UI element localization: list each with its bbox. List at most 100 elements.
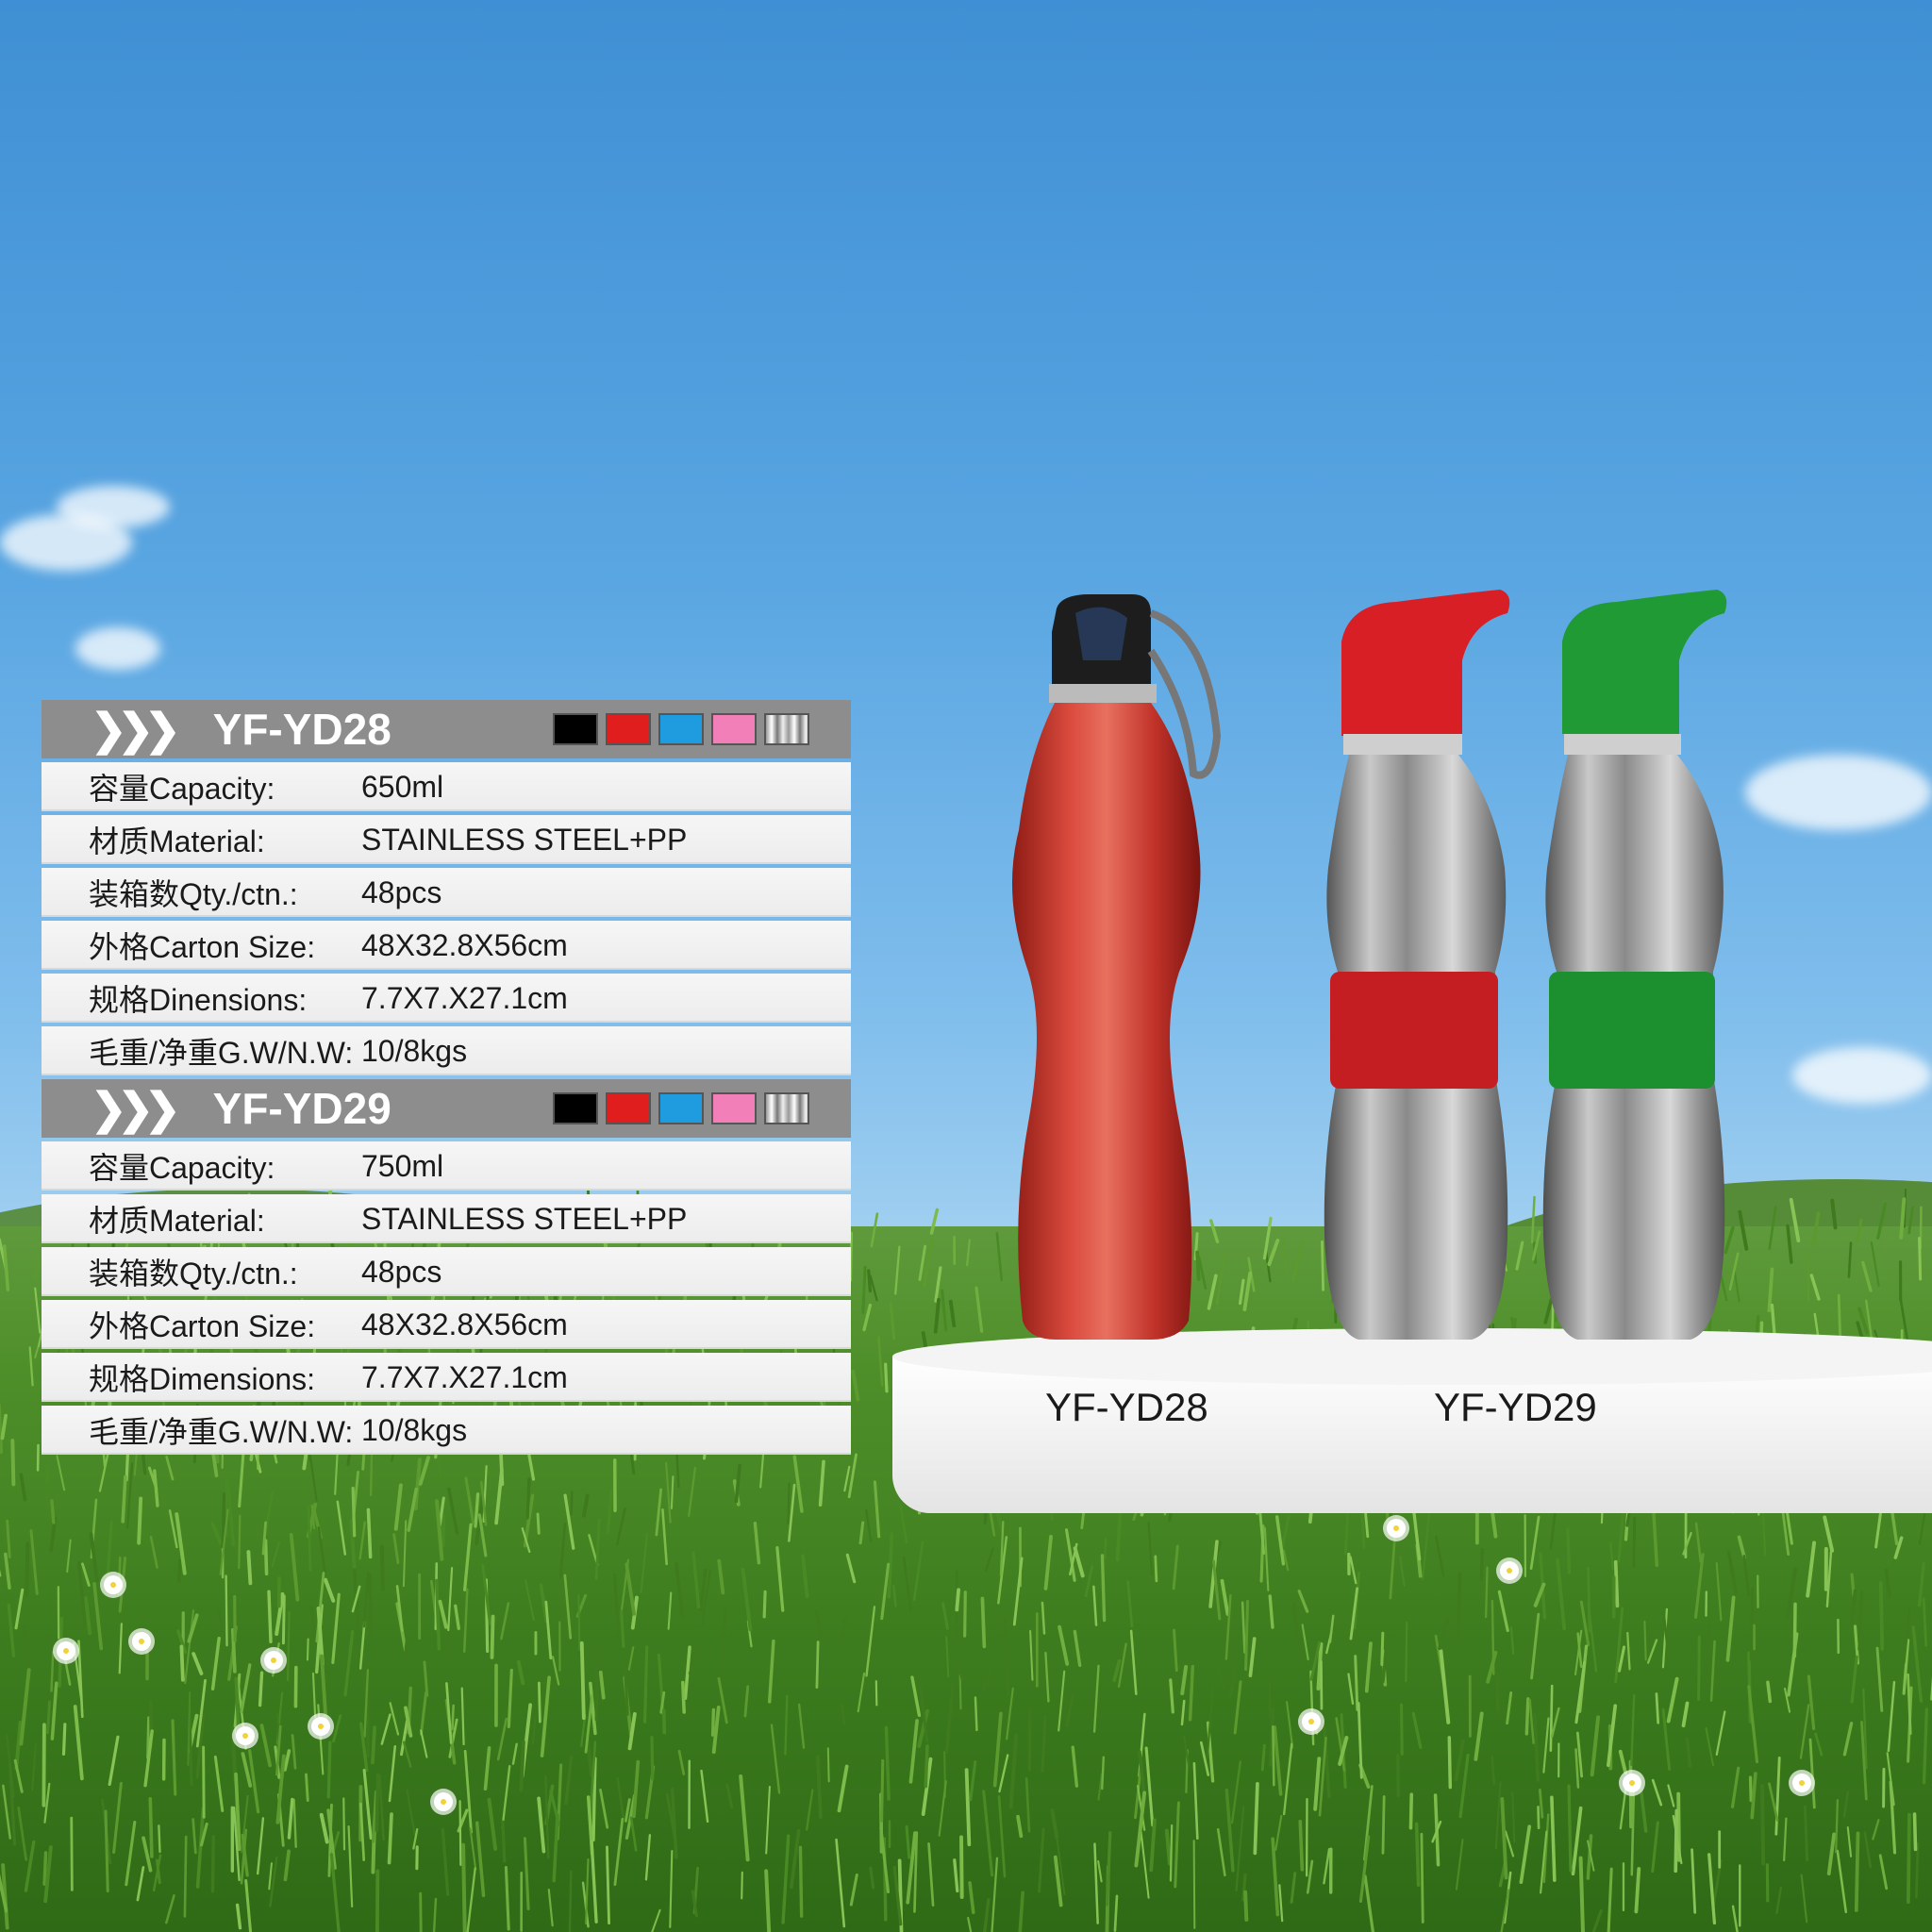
grass-blade: [870, 1212, 879, 1248]
grass-blade: [490, 1614, 495, 1659]
bottle-body-red: [1011, 703, 1201, 1340]
grass-blade: [1766, 1680, 1773, 1704]
grass-blade: [118, 1623, 123, 1674]
grass-blade: [192, 1652, 204, 1675]
grass-blade: [620, 1609, 625, 1648]
spec-label: 外格Carton Size:: [89, 1309, 316, 1343]
grass-blade: [1646, 1639, 1658, 1664]
grass-blade: [1875, 1646, 1884, 1712]
spec-value: STAINLESS STEEL+PP: [361, 1201, 688, 1236]
grass-blade: [1092, 1664, 1100, 1733]
grass-blade: [688, 1466, 697, 1518]
grass-blade: [1674, 1808, 1679, 1874]
model-title: YF-YD29: [212, 1084, 391, 1133]
grass-blade: [1899, 1197, 1907, 1240]
grass-blade: [63, 1657, 72, 1686]
grass-blade: [441, 1514, 446, 1547]
grass-blade: [797, 1703, 806, 1749]
grass-blade: [1180, 1699, 1186, 1726]
grass-blade: [184, 1609, 195, 1685]
grass-blade: [235, 1903, 242, 1930]
grass-blade: [826, 1747, 830, 1783]
grass-blade: [1105, 1831, 1112, 1907]
grass-blade: [598, 1670, 606, 1700]
grass-blade: [1126, 1580, 1134, 1628]
grass-blade: [1760, 1784, 1766, 1866]
grass-blade: [149, 1536, 158, 1569]
grass-blade: [594, 1518, 601, 1580]
grass-blade: [1651, 1507, 1659, 1567]
grass-blade: [50, 1650, 55, 1692]
grass-blade: [1044, 1652, 1050, 1703]
grass-blade: [1550, 1795, 1557, 1882]
grass-blade: [767, 1639, 775, 1704]
grass-blade: [1112, 1658, 1122, 1683]
grass-blade: [1639, 1786, 1648, 1833]
grass-blade: [880, 1758, 885, 1823]
grass-blade: [142, 1836, 153, 1873]
grass-blade: [1617, 1645, 1626, 1673]
grass-blade: [700, 1769, 709, 1824]
grass-blade: [1524, 1697, 1530, 1736]
grass-blade: [1347, 1673, 1355, 1706]
grass-blade: [4, 1552, 11, 1590]
grass-blade: [640, 1532, 649, 1593]
grass-blade: [1634, 1867, 1641, 1914]
grass-blade: [739, 1774, 750, 1862]
grass-blade: [393, 1483, 403, 1531]
grass-blade: [1768, 1782, 1779, 1822]
grass-blade: [1528, 1698, 1535, 1744]
spec-row-carton-size: 外格Carton Size: 48X32.8X56cm: [42, 1300, 851, 1349]
bottle-yf-yd29-red: [1324, 590, 1510, 1340]
grass-blade: [1233, 1680, 1242, 1735]
grass-blade: [1381, 1795, 1386, 1855]
grass-blade: [42, 1851, 48, 1886]
grass-blade: [1912, 1812, 1918, 1852]
spec-label: 规格Dinensions:: [89, 983, 308, 1017]
grass-blade: [1667, 1784, 1675, 1807]
grass-blade: [238, 1449, 245, 1508]
grass-blade: [1241, 1601, 1246, 1654]
silicone-sleeve-green: [1549, 972, 1715, 1089]
grass-blade: [1405, 1621, 1408, 1683]
grass-blade: [213, 1755, 225, 1812]
grass-blade: [1783, 1817, 1788, 1862]
grass-blade: [246, 1550, 253, 1586]
grass-blade: [644, 1834, 652, 1881]
grass-blade: [371, 1725, 377, 1765]
grass-blade: [924, 1744, 929, 1789]
grass-blade: [599, 1789, 609, 1829]
grass-blade: [1454, 1740, 1465, 1782]
grass-blade: [1006, 1687, 1014, 1740]
grass-blade: [1613, 1559, 1620, 1608]
grass-blade: [435, 1578, 441, 1651]
grass-blade: [244, 1878, 253, 1932]
grass-blade: [375, 1773, 380, 1833]
grass-blade: [741, 1871, 743, 1900]
grass-blade: [537, 1796, 546, 1854]
grass-blade: [908, 1719, 919, 1784]
grass-blade: [815, 1755, 823, 1819]
grass-blade: [1836, 1849, 1848, 1914]
grass-blade: [613, 1574, 621, 1642]
grass-blade: [544, 1774, 550, 1859]
grass-blade: [734, 1463, 741, 1504]
grass-blade: [1749, 1587, 1754, 1661]
grass-blade: [171, 1719, 177, 1796]
grass-blade: [798, 1845, 804, 1918]
grass-blade: [1715, 1561, 1723, 1622]
grass-blade: [1715, 1710, 1726, 1757]
grass-blade: [1268, 1594, 1274, 1629]
spec-label: 毛重/净重G.W/N.W:: [89, 1036, 354, 1070]
grass-blade: [717, 1676, 728, 1724]
grass-blade: [1129, 1629, 1138, 1695]
grass-blade: [1003, 1618, 1010, 1696]
grass-blade: [483, 1746, 491, 1791]
grass-blade: [1666, 1676, 1679, 1724]
grass-blade: [964, 1768, 972, 1847]
grass-blade: [623, 1658, 629, 1716]
grass-blade: [1188, 1664, 1195, 1722]
grass-blade: [1029, 1629, 1034, 1681]
grass-blade: [867, 1269, 873, 1293]
grass-blade: [81, 1562, 91, 1587]
